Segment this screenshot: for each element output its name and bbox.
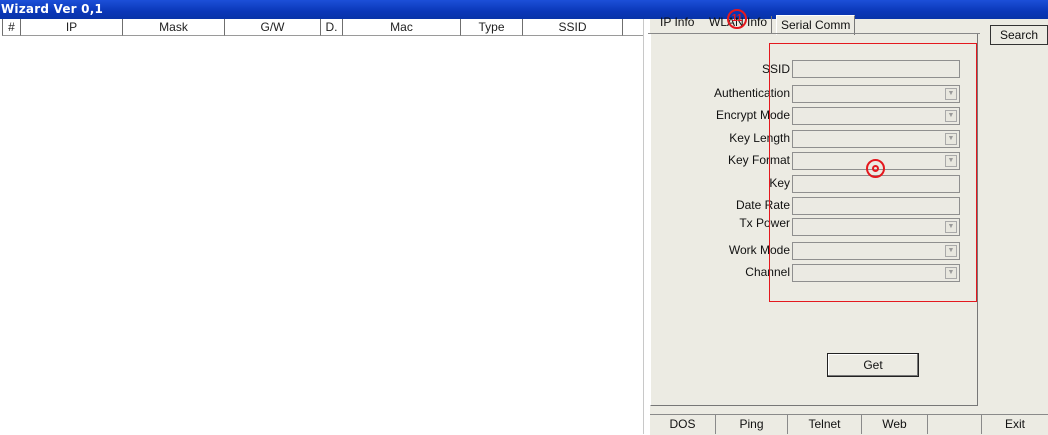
device-list[interactable]: # IP Mask G/W D. Mac Type SSID bbox=[2, 19, 644, 434]
bottom-spacer bbox=[928, 414, 982, 434]
web-button[interactable]: Web bbox=[862, 414, 928, 434]
column-header-filler bbox=[622, 19, 643, 36]
exit-button[interactable]: Exit bbox=[982, 414, 1048, 434]
column-header-mac[interactable]: Mac bbox=[342, 19, 460, 36]
annotation-marker bbox=[866, 159, 885, 178]
telnet-button[interactable]: Telnet bbox=[788, 414, 862, 434]
column-header-ip[interactable]: IP bbox=[20, 19, 122, 36]
column-header-mask[interactable]: Mask bbox=[122, 19, 224, 36]
ping-button[interactable]: Ping bbox=[716, 414, 788, 434]
column-header-index[interactable]: # bbox=[2, 19, 20, 36]
column-header-gateway[interactable]: G/W bbox=[224, 19, 320, 36]
window-title: Wizard Ver 0,1 bbox=[1, 2, 104, 16]
title-bar: Wizard Ver 0,1 bbox=[0, 0, 1048, 19]
dos-button[interactable]: DOS bbox=[650, 414, 716, 434]
get-button[interactable]: Get bbox=[827, 353, 919, 377]
annotation-badge: 11 bbox=[727, 9, 747, 29]
tab-serial-comm[interactable]: Serial Comm bbox=[776, 15, 856, 35]
column-header-dns[interactable]: D. bbox=[320, 19, 342, 36]
tab-ip-info[interactable]: IP Info bbox=[660, 13, 694, 32]
column-header-ssid[interactable]: SSID bbox=[522, 19, 622, 36]
search-button[interactable]: Search bbox=[990, 25, 1048, 45]
tab-divider bbox=[771, 16, 772, 33]
column-header-type[interactable]: Type bbox=[460, 19, 522, 36]
annotation-badge-number: 11 bbox=[731, 13, 743, 24]
annotation-marker-dot bbox=[872, 165, 879, 172]
